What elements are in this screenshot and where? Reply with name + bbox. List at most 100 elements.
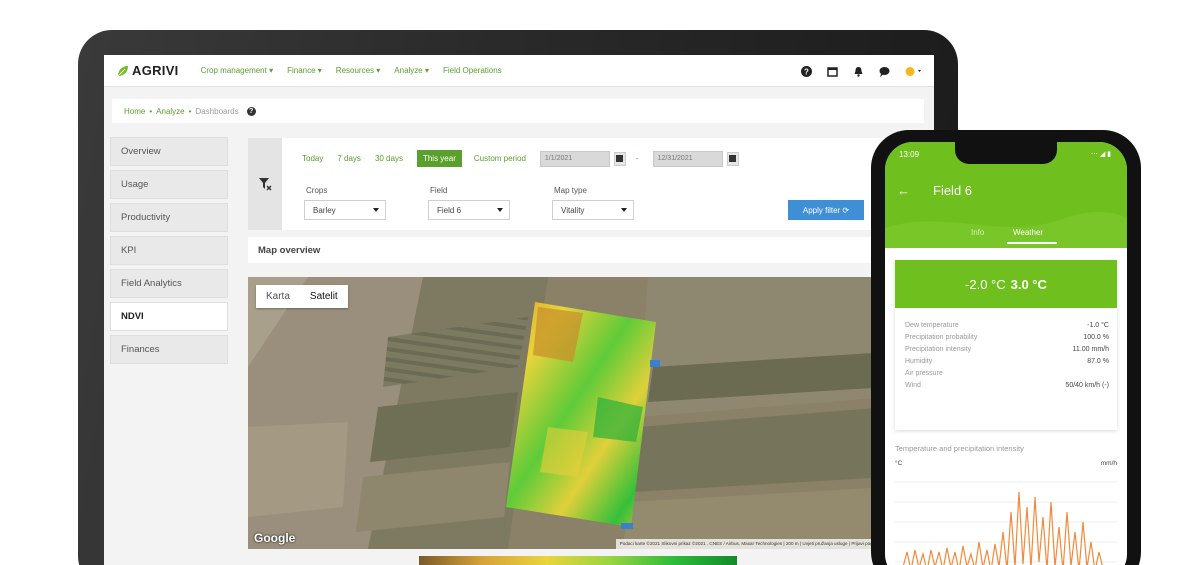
dashboard-sidebar: Overview Usage Productivity KPI Field An…	[110, 137, 228, 368]
breadcrumb: Home • Analyze • Dashboards ?	[112, 99, 924, 123]
clear-filter-button[interactable]	[248, 138, 282, 230]
weather-row-label: Precipitation intensity	[905, 346, 972, 353]
chevron-down-icon	[497, 208, 503, 212]
phone-notch	[955, 142, 1057, 164]
sidebar-item-productivity[interactable]: Productivity	[110, 203, 228, 232]
phone-field-title: Field 6	[933, 183, 973, 198]
weather-card: -2.0 °C 3.0 °C Dew temperature -1.0 °C P…	[895, 260, 1117, 430]
breadcrumb-current: Dashboards	[195, 106, 239, 116]
chevron-down-icon	[621, 208, 627, 212]
google-logo: Google	[254, 531, 296, 545]
breadcrumb-home[interactable]: Home	[124, 107, 145, 116]
back-arrow-icon[interactable]: ←	[897, 183, 910, 198]
field-label: Field	[430, 186, 448, 195]
top-navbar: AGRIVI Crop management ▾ Finance ▾ Resou…	[104, 55, 934, 87]
filter-clear-icon	[259, 178, 272, 191]
map-overview-title: Map overview	[248, 237, 888, 263]
apply-filter-button[interactable]: Apply filter ⟳	[788, 200, 864, 220]
weather-row-label: Air pressure	[905, 370, 943, 377]
sidebar-item-overview[interactable]: Overview	[110, 137, 228, 166]
phone-chart-unit-right: mm/h	[1100, 460, 1117, 467]
sidebar-item-kpi[interactable]: KPI	[110, 236, 228, 265]
page-help-icon[interactable]: ?	[246, 106, 256, 116]
menu-resources[interactable]: Resources ▾	[336, 66, 380, 75]
period-7-days[interactable]: 7 days	[337, 154, 361, 163]
temp-min: -2.0 °C	[965, 276, 1006, 292]
temp-max: 3.0 °C	[1010, 276, 1047, 292]
chat-icon[interactable]	[878, 65, 890, 77]
period-30-days[interactable]: 30 days	[375, 154, 403, 163]
breadcrumb-separator: •	[188, 106, 192, 116]
weather-row: Precipitation probability 100.0 %	[905, 334, 1109, 341]
temperature-range: -2.0 °C 3.0 °C	[895, 260, 1117, 308]
breadcrumb-separator: •	[149, 106, 153, 116]
phone-chart-title: Temperature and precipitation intensity	[895, 444, 1024, 453]
menu-crop-management[interactable]: Crop management ▾	[201, 66, 274, 75]
nav-icon-group: ?	[786, 55, 924, 87]
weather-row-value: 87.0 %	[1087, 358, 1109, 365]
main-menu: Crop management ▾ Finance ▾ Resources ▾ …	[201, 66, 516, 75]
weather-row-value: 50/40 km/h (-)	[1065, 382, 1109, 389]
sidebar-item-field-analytics[interactable]: Field Analytics	[110, 269, 228, 298]
satellite-map[interactable]: Karta Satelit Google Podaci karte ©2021 …	[248, 277, 888, 549]
ndvi-legend-bar	[419, 556, 737, 565]
field-select[interactable]: Field 6	[428, 200, 510, 220]
calendar-icon[interactable]	[826, 65, 838, 77]
crops-select-value: Barley	[313, 206, 336, 215]
weather-row: Wind 50/40 km/h (-)	[905, 382, 1109, 389]
agrivi-logo[interactable]: AGRIVI	[116, 63, 179, 78]
help-icon[interactable]: ?	[800, 65, 812, 77]
map-type-select-value: Vitality	[561, 206, 585, 215]
date-to-calendar-icon[interactable]	[726, 151, 739, 166]
sidebar-item-ndvi[interactable]: NDVI	[110, 302, 228, 331]
phone-chart-unit-left: °C	[895, 460, 903, 467]
weather-row-value: 100.0 %	[1083, 334, 1109, 341]
date-range-separator: -	[635, 154, 639, 163]
weather-row-label: Dew temperature	[905, 322, 959, 329]
phone-status-icons: ⋯ ◢ ▮	[1090, 151, 1111, 158]
period-custom[interactable]: Custom period	[474, 154, 526, 163]
header-wave-decoration	[885, 211, 1127, 248]
weather-row-label: Wind	[905, 382, 921, 389]
map-type-label: Map type	[554, 186, 587, 195]
marketing-composite: AGRIVI Crop management ▾ Finance ▾ Resou…	[0, 0, 1200, 565]
menu-analyze[interactable]: Analyze ▾	[394, 66, 429, 75]
weather-row: Humidity 87.0 %	[905, 358, 1109, 365]
period-selector: Today 7 days 30 days This year Custom pe…	[302, 150, 749, 167]
sidebar-item-finances[interactable]: Finances	[110, 335, 228, 364]
notification-bell-icon[interactable]	[852, 65, 864, 77]
date-to-input[interactable]: 12/31/2021	[652, 150, 723, 167]
weather-row: Dew temperature -1.0 °C	[905, 322, 1109, 329]
menu-field-operations[interactable]: Field Operations	[443, 66, 502, 75]
menu-finance[interactable]: Finance ▾	[287, 66, 322, 75]
user-menu-icon[interactable]	[904, 65, 924, 77]
field-select-value: Field 6	[437, 206, 462, 215]
laptop-screen: AGRIVI Crop management ▾ Finance ▾ Resou…	[104, 55, 934, 565]
leaf-logo-icon	[117, 65, 128, 76]
map-type-select[interactable]: Vitality	[552, 200, 634, 220]
crops-label: Crops	[306, 186, 328, 195]
phone-tab-info[interactable]: Info	[971, 228, 984, 237]
period-today[interactable]: Today	[302, 154, 323, 163]
weather-row-label: Precipitation probability	[905, 334, 978, 341]
period-this-year[interactable]: This year	[416, 150, 462, 167]
phone-clock: 13:09	[899, 150, 920, 159]
weather-row-value: -1.0 °C	[1087, 322, 1109, 329]
map-tab-satelit[interactable]: Satelit	[300, 285, 348, 308]
date-from-input[interactable]: 1/1/2021	[539, 150, 610, 167]
weather-row-label: Humidity	[905, 358, 933, 365]
map-type-tabs: Karta Satelit	[256, 285, 348, 308]
satellite-imagery	[248, 277, 888, 549]
phone-tab-weather[interactable]: Weather	[1013, 228, 1043, 237]
phone-screen: 13:09 ⋯ ◢ ▮ ← Field 6 Info Weather -2.0 …	[885, 142, 1127, 565]
map-tab-karta[interactable]: Karta	[256, 285, 300, 308]
breadcrumb-analyze[interactable]: Analyze	[156, 107, 184, 116]
phone-frame: 13:09 ⋯ ◢ ▮ ← Field 6 Info Weather -2.0 …	[871, 130, 1141, 565]
logo-text: AGRIVI	[132, 63, 179, 78]
weather-row: Air pressure	[905, 370, 1109, 377]
sidebar-item-usage[interactable]: Usage	[110, 170, 228, 199]
crops-select[interactable]: Barley	[304, 200, 386, 220]
weather-row-value: 11.00 mm/h	[1072, 346, 1109, 353]
date-from-calendar-icon[interactable]	[613, 151, 626, 166]
weather-row: Precipitation intensity 11.00 mm/h	[905, 346, 1109, 353]
